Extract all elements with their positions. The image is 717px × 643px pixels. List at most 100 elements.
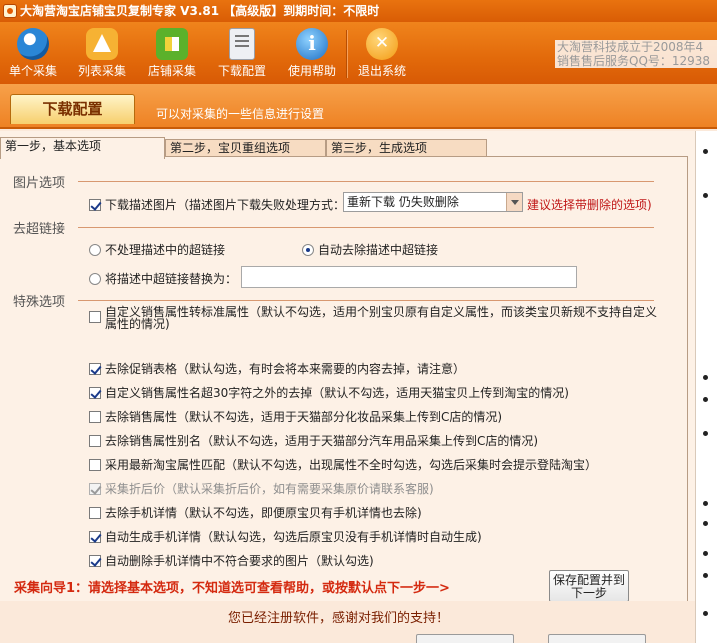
tab-item-regroup[interactable]: 第二步，宝贝重组选项 [165, 139, 326, 157]
hyperlink-replace-input[interactable] [241, 266, 577, 288]
footer-button-left[interactable] [416, 634, 514, 643]
bullet-dot [703, 149, 708, 154]
hyperlink-replace-radio[interactable] [89, 272, 101, 285]
basic-options-panel: 图片选项 下载描述图片（描述图片下载失败处理方式： 重新下载 仍失败删除 建议选… [0, 157, 688, 602]
special-option-1-label: 自定义销售属性转标准属性（默认不勾选，适用个别宝贝原有自定义属性，而该类宝贝新规… [105, 305, 658, 331]
failure-mode-select[interactable]: 重新下载 仍失败删除 [343, 192, 523, 212]
download-config-icon [229, 28, 255, 60]
single-collect-button[interactable]: 单个采集 [0, 26, 66, 82]
special-option-8[interactable]: 去除手机详情（默认不勾选，即便原宝贝有手机详情也去除) [89, 504, 422, 521]
special-option-10[interactable]: 自动删除手机详情中不符合要求的图片（默认勾选) [89, 552, 374, 569]
special-option-1-checkbox[interactable] [89, 311, 101, 323]
special-option-6-label: 采用最新淘宝属性匹配（默认不勾选，出现属性不全时勾选，勾选后采集时会提示登陆淘宝… [105, 458, 598, 472]
special-option-7-checkbox [89, 482, 101, 495]
tab-basic-options[interactable]: 第一步，基本选项 [0, 137, 165, 159]
bullet-dot [703, 551, 708, 556]
title-bar: 大淘营淘宝店铺宝贝复制专家 V3.81 【高级版】到期时间：不限时 [0, 0, 717, 22]
single-collect-icon [17, 28, 49, 60]
bullet-dot [703, 611, 708, 616]
toolbar: 单个采集 列表采集 店铺采集 下载配置 使用帮助 退出系统 大淘营科技成立于20… [0, 22, 717, 84]
special-option-6-checkbox[interactable] [89, 458, 101, 471]
list-collect-label: 列表采集 [77, 64, 126, 78]
special-option-2-label: 去除促销表格（默认勾选，有时会将本来需要的内容去掉，请注意） [105, 362, 466, 376]
footer-button-right[interactable] [548, 634, 646, 643]
special-option-8-label: 去除手机详情（默认不勾选，即便原宝贝有手机详情也去除) [105, 506, 422, 520]
special-option-2[interactable]: 去除促销表格（默认勾选，有时会将本来需要的内容去掉，请注意） [89, 360, 465, 377]
company-qq-text: 销售售后服务QQ号：12938 [557, 54, 711, 68]
hyperlink-replace-option[interactable]: 将描述中超链接替换为： [89, 270, 237, 287]
exit-button[interactable]: 退出系统 [349, 26, 415, 82]
save-button-line2: 下一步 [570, 586, 607, 600]
download-desc-images-checkbox[interactable] [89, 198, 101, 211]
special-option-10-checkbox[interactable] [89, 554, 101, 567]
bullet-dot [703, 193, 708, 198]
registration-message: 您已经注册软件，感谢对我们的支持！ [228, 611, 450, 626]
company-founded-text: 大淘营科技成立于2008年4 [557, 40, 704, 54]
special-option-4-label: 去除销售属性（默认不勾选，适用于天猫部分化妆品采集上传到C店的情况) [105, 410, 503, 424]
chevron-down-icon[interactable] [506, 193, 522, 211]
download-desc-images-label: 下载描述图片（描述图片下载失败处理方式： [105, 198, 346, 212]
special-option-9[interactable]: 自动生成手机详情（默认勾选，勾选后原宝贝没有手机详情时自动生成) [89, 528, 482, 545]
group-hyperlink-options: 去超链接 [13, 222, 66, 237]
bullet-dot [703, 521, 708, 526]
help-icon [296, 28, 328, 60]
single-collect-label: 单个采集 [8, 64, 57, 78]
bullet-dot [703, 397, 708, 402]
tab-generate-options[interactable]: 第三步，生成选项 [326, 139, 487, 157]
group-divider [78, 300, 654, 301]
special-option-5[interactable]: 去除销售属性别名（默认不勾选，适用于天猫部分汽车用品采集上传到C店的情况) [89, 432, 538, 449]
download-config-button[interactable]: 下载配置 [209, 26, 275, 82]
special-option-7-label: 采集折后价（默认采集折后价，如有需要采集原价请联系客服) [105, 482, 434, 496]
help-button[interactable]: 使用帮助 [279, 26, 345, 82]
special-option-4-checkbox[interactable] [89, 410, 101, 423]
collect-guide-text: 采集向导1：请选择基本选项，不知道选可查看帮助，或按默认点下一步一> [14, 581, 450, 596]
hyperlink-auto-remove-radio[interactable] [302, 243, 314, 256]
special-option-3-label: 自定义销售属性名超30字符之外的去掉（默认不勾选，适用天猫宝贝上传到淘宝的情况) [105, 386, 569, 400]
special-option-5-label: 去除销售属性别名（默认不勾选，适用于天猫部分汽车用品采集上传到C店的情况) [105, 434, 539, 448]
bullet-dot [703, 375, 708, 380]
hyperlink-keep-option[interactable]: 不处理描述中的超链接 [89, 241, 225, 258]
special-option-9-checkbox[interactable] [89, 530, 101, 543]
save-and-next-button[interactable]: 保存配置并到 下一步 [549, 570, 629, 602]
shop-collect-button[interactable]: 店铺采集 [139, 26, 205, 82]
company-info: 大淘营科技成立于2008年4 销售售后服务QQ号：12938 [555, 40, 717, 68]
special-option-2-checkbox[interactable] [89, 362, 101, 375]
list-collect-icon [86, 28, 118, 60]
group-image-options: 图片选项 [13, 176, 66, 191]
hyperlink-replace-label: 将描述中超链接替换为： [105, 272, 238, 286]
section-header: 下载配置 可以对采集的一些信息进行设置 [0, 84, 717, 129]
download-desc-images-option[interactable]: 下载描述图片（描述图片下载失败处理方式： [89, 196, 345, 213]
config-content: 第一步，基本选项 第二步，宝贝重组选项 第三步，生成选项 图片选项 下载描述图片… [0, 131, 695, 602]
hyperlink-keep-radio[interactable] [89, 243, 101, 256]
window-title: 大淘营淘宝店铺宝贝复制专家 V3.81 【高级版】到期时间：不限时 [20, 4, 380, 18]
group-divider [78, 227, 654, 228]
special-option-1[interactable]: 自定义销售属性转标准属性（默认不勾选，适用个别宝贝原有自定义属性，而该类宝贝新规… [89, 306, 659, 330]
group-special-options: 特殊选项 [13, 295, 66, 310]
suggestion-text: 建议选择带删除的选项) [527, 198, 652, 212]
special-option-3-checkbox[interactable] [89, 386, 101, 399]
special-option-7: 采集折后价（默认采集折后价，如有需要采集原价请联系客服) [89, 480, 434, 497]
bullet-dot [703, 431, 708, 436]
special-option-5-checkbox[interactable] [89, 434, 101, 447]
special-option-8-checkbox[interactable] [89, 506, 101, 519]
shop-collect-label: 店铺采集 [147, 64, 196, 78]
shop-collect-icon [156, 28, 188, 60]
bullet-dot [703, 573, 708, 578]
group-divider [78, 181, 654, 182]
list-collect-button[interactable]: 列表采集 [69, 26, 135, 82]
special-option-3[interactable]: 自定义销售属性名超30字符之外的去掉（默认不勾选，适用天猫宝贝上传到淘宝的情况) [89, 384, 569, 401]
special-option-4[interactable]: 去除销售属性（默认不勾选，适用于天猫部分化妆品采集上传到C店的情况) [89, 408, 502, 425]
download-config-label: 下载配置 [217, 64, 266, 78]
hyperlink-auto-remove-option[interactable]: 自动去除描述中超链接 [302, 241, 438, 258]
section-title: 下载配置 [10, 94, 135, 124]
special-option-6[interactable]: 采用最新淘宝属性匹配（默认不勾选，出现属性不全时勾选，勾选后采集时会提示登陆淘宝… [89, 456, 597, 473]
right-scroll-strip [695, 131, 717, 643]
special-option-10-label: 自动删除手机详情中不符合要求的图片（默认勾选) [105, 554, 374, 568]
toolbar-separator [346, 30, 347, 78]
app-icon [3, 4, 17, 18]
bullet-dot [703, 501, 708, 506]
exit-label: 退出系统 [357, 64, 406, 78]
hyperlink-auto-remove-label: 自动去除描述中超链接 [318, 243, 439, 257]
hyperlink-keep-label: 不处理描述中的超链接 [105, 243, 226, 257]
footer: 您已经注册软件，感谢对我们的支持！ [0, 601, 695, 643]
